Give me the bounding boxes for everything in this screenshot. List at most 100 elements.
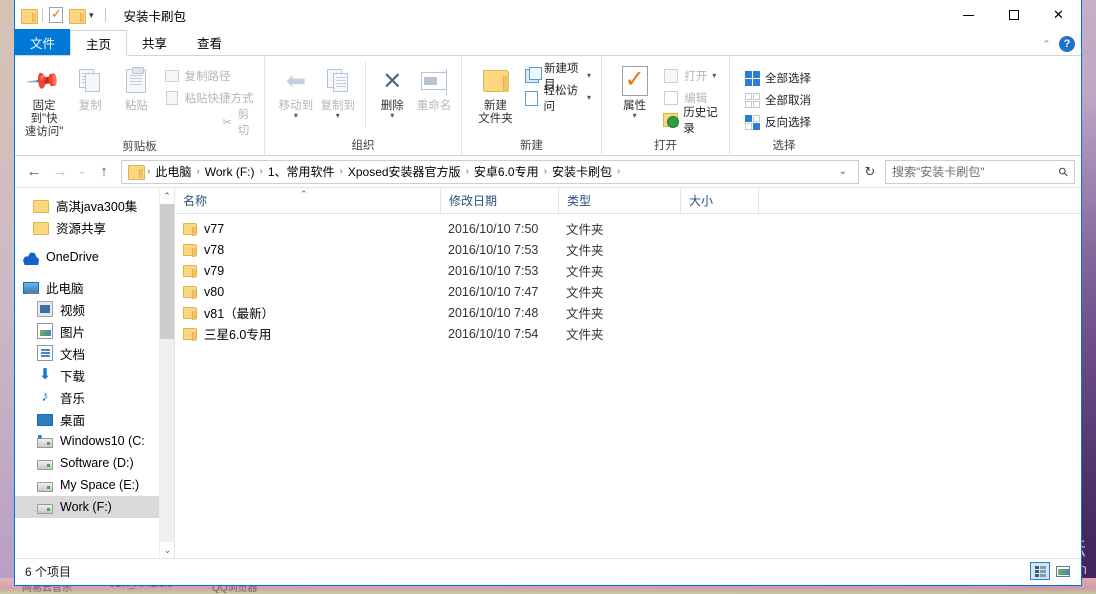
invert-selection-button[interactable]: 反向选择 <box>740 112 815 132</box>
nav-item-1[interactable]: 资源共享 <box>15 216 174 238</box>
scroll-down-icon[interactable]: ⌄ <box>160 542 174 558</box>
nav-item-11[interactable]: Software (D:) <box>15 452 174 474</box>
search-box[interactable]: 搜索"安装卡刷包" ⚲ <box>885 159 1075 184</box>
table-row[interactable]: v77 2016/10/10 7:50 文件夹 <box>175 218 1081 239</box>
nav-item-label: Software (D:) <box>60 456 134 470</box>
cut-button[interactable]: ✂ 剪切 <box>218 109 259 137</box>
quick-access-toolbar[interactable]: ▾ <box>15 0 112 30</box>
this-pc-icon <box>23 282 39 294</box>
column-header-name[interactable]: 名称 ⌃ <box>175 188 440 214</box>
select-none-button[interactable]: 全部取消 <box>740 90 815 110</box>
chevron-down-icon[interactable]: ▾ <box>712 72 716 80</box>
rename-button[interactable]: 重命名 <box>413 60 455 113</box>
breadcrumb-item-current[interactable]: 安装卡刷包 <box>549 163 615 180</box>
paste-button[interactable]: 粘贴 <box>113 60 159 113</box>
breadcrumb-item-common-software[interactable]: 1、常用软件 <box>265 163 338 180</box>
ribbon-group-open: 属性 ▾ 打开 ▾ 编辑 <box>602 56 730 156</box>
table-row[interactable]: 三星6.0专用 2016/10/10 7:54 文件夹 <box>175 323 1081 344</box>
pin-to-quick-access-button[interactable]: 📌 固定到"快 速访问" <box>21 60 67 139</box>
minimize-button[interactable] <box>946 0 991 30</box>
nav-item-8[interactable]: ♪ 音乐 <box>15 386 174 408</box>
close-button[interactable]: ✕ <box>1036 0 1081 30</box>
downloads-icon: ⬇ <box>38 366 52 383</box>
nav-scrollbar[interactable]: ⌃ ⌄ <box>159 188 174 558</box>
table-row[interactable]: v80 2016/10/10 7:47 文件夹 <box>175 281 1081 302</box>
properties-button[interactable]: 属性 ▾ <box>610 60 659 120</box>
nav-item-label: 视频 <box>60 303 86 318</box>
column-header-type[interactable]: 类型 <box>558 187 680 214</box>
drive-icon <box>37 504 53 514</box>
folder-icon[interactable] <box>21 8 38 24</box>
tab-view[interactable]: 查看 <box>182 29 237 55</box>
open-button[interactable]: 打开 ▾ <box>659 66 723 86</box>
chevron-down-icon[interactable]: ▾ <box>587 94 591 102</box>
copy-path-button[interactable]: 复制路径 <box>160 66 259 86</box>
up-button[interactable]: ↑ <box>91 159 117 185</box>
ribbon-tabs[interactable]: 文件 主页 共享 查看 ⌃ ? <box>15 29 1081 56</box>
folder-icon[interactable] <box>69 8 86 24</box>
history-button[interactable]: 历史记录 <box>659 107 723 135</box>
delete-button[interactable]: ✕ 删除 ▾ <box>371 60 413 120</box>
breadcrumb-item-xposed[interactable]: Xposed安装器官方版 <box>345 163 464 180</box>
nav-item-9[interactable]: 桌面 <box>15 408 174 430</box>
folder-icon <box>128 165 145 180</box>
nav-item-12[interactable]: My Space (E:) <box>15 474 174 496</box>
table-row[interactable]: v81（最新） 2016/10/10 7:48 文件夹 <box>175 302 1081 323</box>
breadcrumb-item-work-f[interactable]: Work (F:) <box>202 165 258 179</box>
nav-item-3[interactable]: 此电脑 <box>15 276 174 298</box>
nav-item-label: 资源共享 <box>56 221 107 236</box>
nav-item-13[interactable]: Work (F:) <box>15 496 174 518</box>
breadcrumb-separator: › <box>259 166 263 177</box>
refresh-button[interactable]: ↻ <box>859 160 881 184</box>
nav-item-5[interactable]: 图片 <box>15 320 174 342</box>
details-view-button[interactable] <box>1030 562 1050 580</box>
scrollbar-thumb[interactable] <box>160 204 174 339</box>
breadcrumb-dropdown-icon[interactable]: ⌄ <box>832 166 854 177</box>
view-mode-buttons[interactable] <box>1030 562 1073 580</box>
tab-share[interactable]: 共享 <box>127 29 182 55</box>
column-header-date[interactable]: 修改日期 <box>440 187 558 214</box>
pictures-icon <box>37 323 53 339</box>
back-button[interactable]: ← <box>21 159 47 185</box>
window-controls[interactable]: ✕ <box>946 0 1081 30</box>
easy-access-button[interactable]: 轻松访问 ▾ <box>521 85 595 113</box>
scrollbar-track[interactable] <box>160 339 174 542</box>
column-header-size[interactable]: 大小 <box>680 187 758 214</box>
new-folder-button[interactable]: 新建 文件夹 <box>470 60 521 126</box>
nav-item-7[interactable]: ⬇ 下载 <box>15 364 174 386</box>
folder-icon <box>183 243 197 257</box>
help-button[interactable]: ? <box>1059 36 1075 52</box>
maximize-button[interactable] <box>991 0 1036 30</box>
file-name-cell: 三星6.0专用 <box>175 324 440 343</box>
table-row[interactable]: v78 2016/10/10 7:53 文件夹 <box>175 239 1081 260</box>
breadcrumb[interactable]: › 此电脑 › Work (F:) › 1、常用软件 › Xposed安装器官方… <box>121 159 859 184</box>
forward-button[interactable]: → <box>47 159 73 185</box>
copy-path-icon <box>164 68 180 84</box>
tab-file[interactable]: 文件 <box>15 29 71 55</box>
chevron-down-icon[interactable]: ▾ <box>84 10 99 21</box>
scroll-up-icon[interactable]: ⌃ <box>160 188 174 204</box>
nav-item-label: Windows10 (C: <box>60 434 145 448</box>
copy-button[interactable]: 复制 <box>67 60 113 113</box>
collapse-ribbon-icon[interactable]: ⌃ <box>1042 38 1051 51</box>
nav-item-4[interactable]: 视频 <box>15 298 174 320</box>
breadcrumb-separator: › <box>543 166 547 177</box>
nav-item-0[interactable]: 高淇java300集 <box>15 194 174 216</box>
column-header-extra[interactable] <box>758 187 818 214</box>
large-icons-view-button[interactable] <box>1053 562 1073 580</box>
recent-locations-button[interactable]: ⌄ <box>73 159 91 185</box>
nav-item-6[interactable]: 文档 <box>15 342 174 364</box>
nav-item-10[interactable]: Windows10 (C: <box>15 430 174 452</box>
breadcrumb-item-android60[interactable]: 安卓6.0专用 <box>471 163 542 180</box>
tab-home[interactable]: 主页 <box>70 30 128 56</box>
select-all-button[interactable]: 全部选择 <box>740 68 815 88</box>
paste-shortcut-button[interactable]: 粘贴快捷方式 <box>160 88 259 108</box>
copy-to-button[interactable]: 复制到 ▾ <box>317 60 359 120</box>
move-to-button[interactable]: ⬅ 移动到 ▾ <box>275 60 317 120</box>
properties-icon[interactable] <box>49 6 63 23</box>
search-input[interactable]: 搜索"安装卡刷包" <box>892 163 1059 180</box>
table-row[interactable]: v79 2016/10/10 7:53 文件夹 <box>175 260 1081 281</box>
nav-item-2[interactable]: OneDrive <box>15 246 174 268</box>
chevron-down-icon[interactable]: ▾ <box>587 72 591 80</box>
breadcrumb-item-this-pc[interactable]: 此电脑 <box>152 163 194 180</box>
